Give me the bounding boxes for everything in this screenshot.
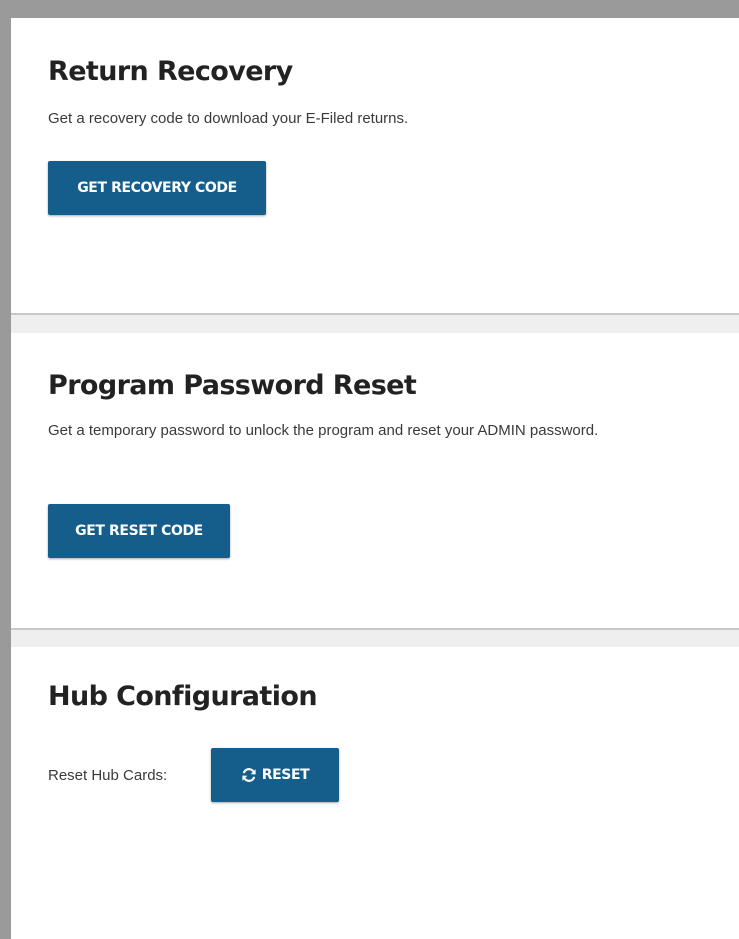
password-reset-title: Program Password Reset [48,370,417,401]
password-reset-description: Get a temporary password to unlock the p… [48,422,599,439]
section-divider [11,630,739,647]
hub-configuration-title: Hub Configuration [48,681,318,712]
reset-hub-cards-label: Reset Hub Cards: [48,767,168,784]
refresh-icon [241,767,257,783]
password-reset-card: Program Password Reset Get a temporary p… [11,333,739,630]
return-recovery-card: Return Recovery Get a recovery code to d… [11,18,739,315]
hub-configuration-card: Hub Configuration Reset Hub Cards: RESET [11,647,739,939]
reset-hub-cards-button[interactable]: RESET [211,748,339,802]
get-recovery-code-label: GET RECOVERY CODE [77,180,237,196]
get-recovery-code-button[interactable]: GET RECOVERY CODE [48,161,266,215]
return-recovery-title: Return Recovery [48,56,293,87]
section-divider [11,315,739,333]
get-reset-code-button[interactable]: GET RESET CODE [48,504,230,558]
get-reset-code-label: GET RESET CODE [75,523,203,539]
reset-button-label: RESET [261,767,310,783]
return-recovery-description: Get a recovery code to download your E-F… [48,110,409,127]
